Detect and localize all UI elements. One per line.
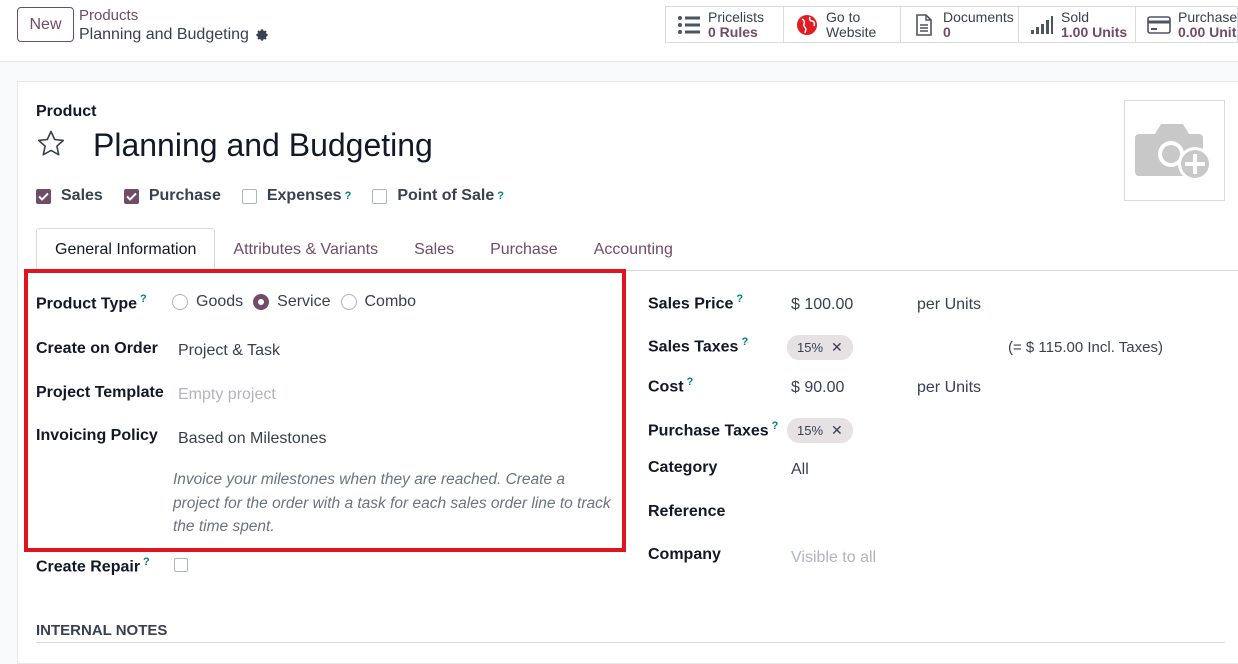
documents-value: 0 bbox=[943, 23, 951, 40]
sales-price-label: Sales Price? bbox=[648, 293, 743, 313]
expenses-checkbox[interactable]: Expenses? bbox=[241, 187, 352, 205]
help-icon[interactable]: ? bbox=[772, 420, 779, 432]
help-icon[interactable]: ? bbox=[345, 190, 352, 202]
company-field[interactable]: Visible to all bbox=[791, 549, 876, 567]
internal-notes-divider bbox=[36, 642, 1225, 643]
cost-label: Cost? bbox=[648, 376, 693, 396]
new-button[interactable]: New bbox=[17, 7, 74, 42]
help-icon[interactable]: ? bbox=[741, 336, 748, 348]
create-repair-label: Create Repair? bbox=[36, 556, 150, 576]
cost-text: Cost bbox=[648, 378, 684, 396]
sold-smart-button[interactable]: Sold 1.00 Units bbox=[1018, 6, 1135, 43]
help-icon[interactable]: ? bbox=[687, 376, 694, 388]
sales-price-uom: per Units bbox=[917, 296, 982, 313]
website-line1: Go to bbox=[826, 8, 861, 25]
website-line2: Website bbox=[826, 23, 877, 40]
remove-tag-icon[interactable]: ✕ bbox=[831, 422, 843, 439]
breadcrumb-current-label: Planning and Budgeting bbox=[79, 26, 249, 43]
purchase-tax-tag-label: 15% bbox=[797, 423, 824, 438]
pricelists-smart-button[interactable]: Pricelists 0 Rules bbox=[665, 6, 783, 43]
cost-field[interactable]: $ 90.00 bbox=[791, 379, 844, 397]
purchase-taxes-label: Purchase Taxes? bbox=[648, 420, 778, 440]
sales-price-field[interactable]: $ 100.00 bbox=[791, 296, 853, 314]
credit-card-icon bbox=[1146, 14, 1172, 36]
tab-general-information[interactable]: General Information bbox=[36, 228, 216, 272]
checkbox-unchecked-icon bbox=[241, 188, 257, 204]
help-icon[interactable]: ? bbox=[143, 556, 150, 568]
breadcrumb-parent[interactable]: Products bbox=[79, 7, 138, 24]
pricelists-value: 0 Rules bbox=[708, 23, 758, 40]
expenses-label: Expenses bbox=[266, 187, 342, 204]
company-label: Company bbox=[648, 546, 721, 563]
category-field[interactable]: All bbox=[791, 461, 809, 479]
help-icon[interactable]: ? bbox=[497, 190, 504, 202]
checkbox-unchecked-icon bbox=[372, 188, 388, 204]
sold-value: 1.00 Units bbox=[1061, 23, 1128, 40]
control-panel: New Products Planning and Budgeting Pric… bbox=[0, 0, 1238, 62]
sold-label: Sold bbox=[1061, 8, 1090, 25]
sales-tax-tag[interactable]: 15% ✕ bbox=[787, 335, 853, 360]
product-label: Product bbox=[36, 103, 97, 120]
point-of-sale-checkbox[interactable]: Point of Sale? bbox=[372, 187, 504, 205]
reference-field[interactable] bbox=[791, 503, 1191, 523]
help-icon[interactable]: ? bbox=[736, 293, 743, 305]
breadcrumb-current: Planning and Budgeting bbox=[79, 26, 269, 44]
internal-notes-heading: INTERNAL NOTES bbox=[36, 622, 168, 639]
purchase-taxes-text: Purchase Taxes bbox=[648, 422, 769, 440]
category-label: Category bbox=[648, 459, 718, 476]
purchased-smart-button[interactable]: Purchased0.00 Units bbox=[1135, 6, 1238, 43]
tab-attributes-variants[interactable]: Attributes & Variants bbox=[215, 228, 396, 271]
camera-plus-icon bbox=[1134, 123, 1212, 181]
website-smart-button[interactable]: Go to Website bbox=[783, 6, 900, 43]
sales-taxes-text: Sales Taxes bbox=[648, 338, 739, 356]
sales-tax-tag-label: 15% bbox=[797, 340, 824, 355]
sales-price-text: Sales Price bbox=[648, 295, 734, 313]
create-repair-checkbox[interactable] bbox=[174, 558, 188, 572]
create-repair-text: Create Repair bbox=[36, 558, 141, 576]
star-icon[interactable] bbox=[36, 129, 66, 159]
smart-buttons: Pricelists 0 Rules Go to Website Documents… bbox=[665, 6, 1238, 44]
purchase-label: Purchase bbox=[148, 187, 221, 204]
document-icon bbox=[911, 13, 937, 36]
tab-purchase[interactable]: Purchase bbox=[472, 228, 576, 271]
tab-sales[interactable]: Sales bbox=[396, 228, 472, 271]
sales-taxes-label: Sales Taxes? bbox=[648, 336, 748, 356]
purchased-value: 0.00 Units bbox=[1178, 23, 1238, 40]
cost-uom: per Units bbox=[917, 379, 982, 396]
checkbox-checked-icon bbox=[123, 188, 139, 204]
product-name[interactable]: Planning and Budgeting bbox=[93, 127, 433, 164]
pricelists-label: Pricelists bbox=[708, 8, 765, 25]
remove-tag-icon[interactable]: ✕ bbox=[831, 339, 843, 356]
documents-label: Documents bbox=[943, 8, 1014, 25]
reference-label: Reference bbox=[648, 503, 726, 520]
tab-accounting[interactable]: Accounting bbox=[576, 228, 691, 271]
list-icon bbox=[676, 14, 702, 36]
purchase-checkbox[interactable]: Purchase bbox=[123, 187, 221, 205]
form-tabs: General Information Attributes & Variant… bbox=[36, 228, 1238, 272]
product-image-upload[interactable] bbox=[1124, 100, 1225, 201]
documents-smart-button[interactable]: Documents 0 bbox=[900, 6, 1018, 43]
gear-icon[interactable] bbox=[255, 28, 269, 42]
product-flags: Sales Purchase Expenses? Point of Sale? bbox=[36, 187, 525, 205]
sales-label: Sales bbox=[61, 187, 103, 204]
purchased-label: Purchased bbox=[1178, 8, 1238, 25]
globe-icon bbox=[794, 14, 820, 36]
sales-checkbox[interactable]: Sales bbox=[36, 187, 103, 205]
point-of-sale-label: Point of Sale bbox=[397, 187, 495, 204]
purchase-tax-tag[interactable]: 15% ✕ bbox=[787, 418, 853, 443]
checkbox-checked-icon bbox=[36, 188, 51, 204]
incl-taxes-text: (= $ 115.00 Incl. Taxes) bbox=[1008, 339, 1163, 356]
bar-chart-icon bbox=[1029, 14, 1055, 36]
highlight-box bbox=[24, 269, 626, 552]
